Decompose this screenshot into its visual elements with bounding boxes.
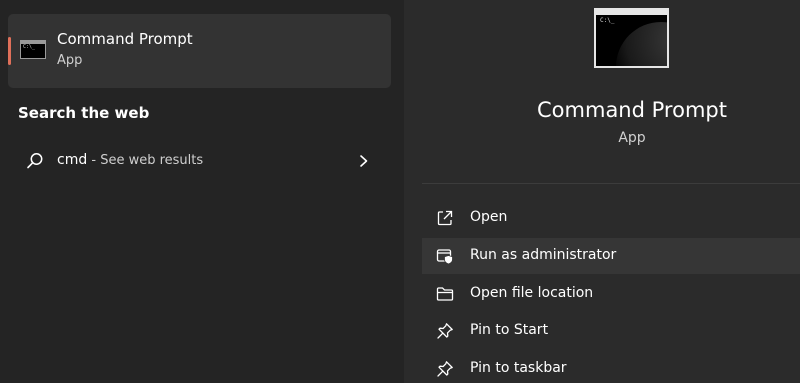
web-query-text: cmd - See web results [57,152,203,168]
pin-icon [437,323,453,339]
web-search-result[interactable]: cmd - See web results [8,140,391,182]
action-label: Pin to taskbar [470,360,567,376]
icon-gradient [616,22,667,66]
search-results-pane: C:\_ Command Prompt App Search the web c… [0,0,404,383]
web-query: cmd [57,152,88,168]
action-open[interactable]: Open [422,200,800,236]
search-icon [27,153,43,169]
best-match-result[interactable]: C:\_ Command Prompt App [8,14,391,88]
action-pin-to-start[interactable]: Pin to Start [422,313,800,349]
action-open-file-location[interactable]: Open file location [422,276,800,312]
preview-subtitle: App [618,130,646,146]
action-pin-to-taskbar[interactable]: Pin to taskbar [422,351,800,383]
start-search-results: C:\_ Command Prompt App Search the web c… [0,0,800,383]
search-the-web-heading: Search the web [18,104,150,122]
command-prompt-large-icon: C:\_ [594,8,669,68]
action-label: Pin to Start [470,322,549,338]
web-results-suffix: - See web results [87,153,204,168]
app-preview-pane: C:\_ Command Prompt App Open Run as admi… [404,0,800,383]
selection-indicator [8,37,11,65]
shield-admin-icon [436,249,453,265]
preview-title: Command Prompt [537,98,727,122]
action-label: Open [470,209,508,225]
action-label: Run as administrator [470,247,617,263]
best-match-title: Command Prompt [57,30,193,48]
pin-icon [437,361,453,377]
chevron-right-icon[interactable] [357,153,371,169]
best-match-subtitle: App [57,53,83,68]
folder-icon [436,287,454,301]
action-label: Open file location [470,285,594,301]
divider [422,183,800,184]
command-prompt-icon: C:\_ [20,40,46,59]
action-run-as-administrator[interactable]: Run as administrator [422,238,800,274]
open-external-icon [437,210,453,226]
